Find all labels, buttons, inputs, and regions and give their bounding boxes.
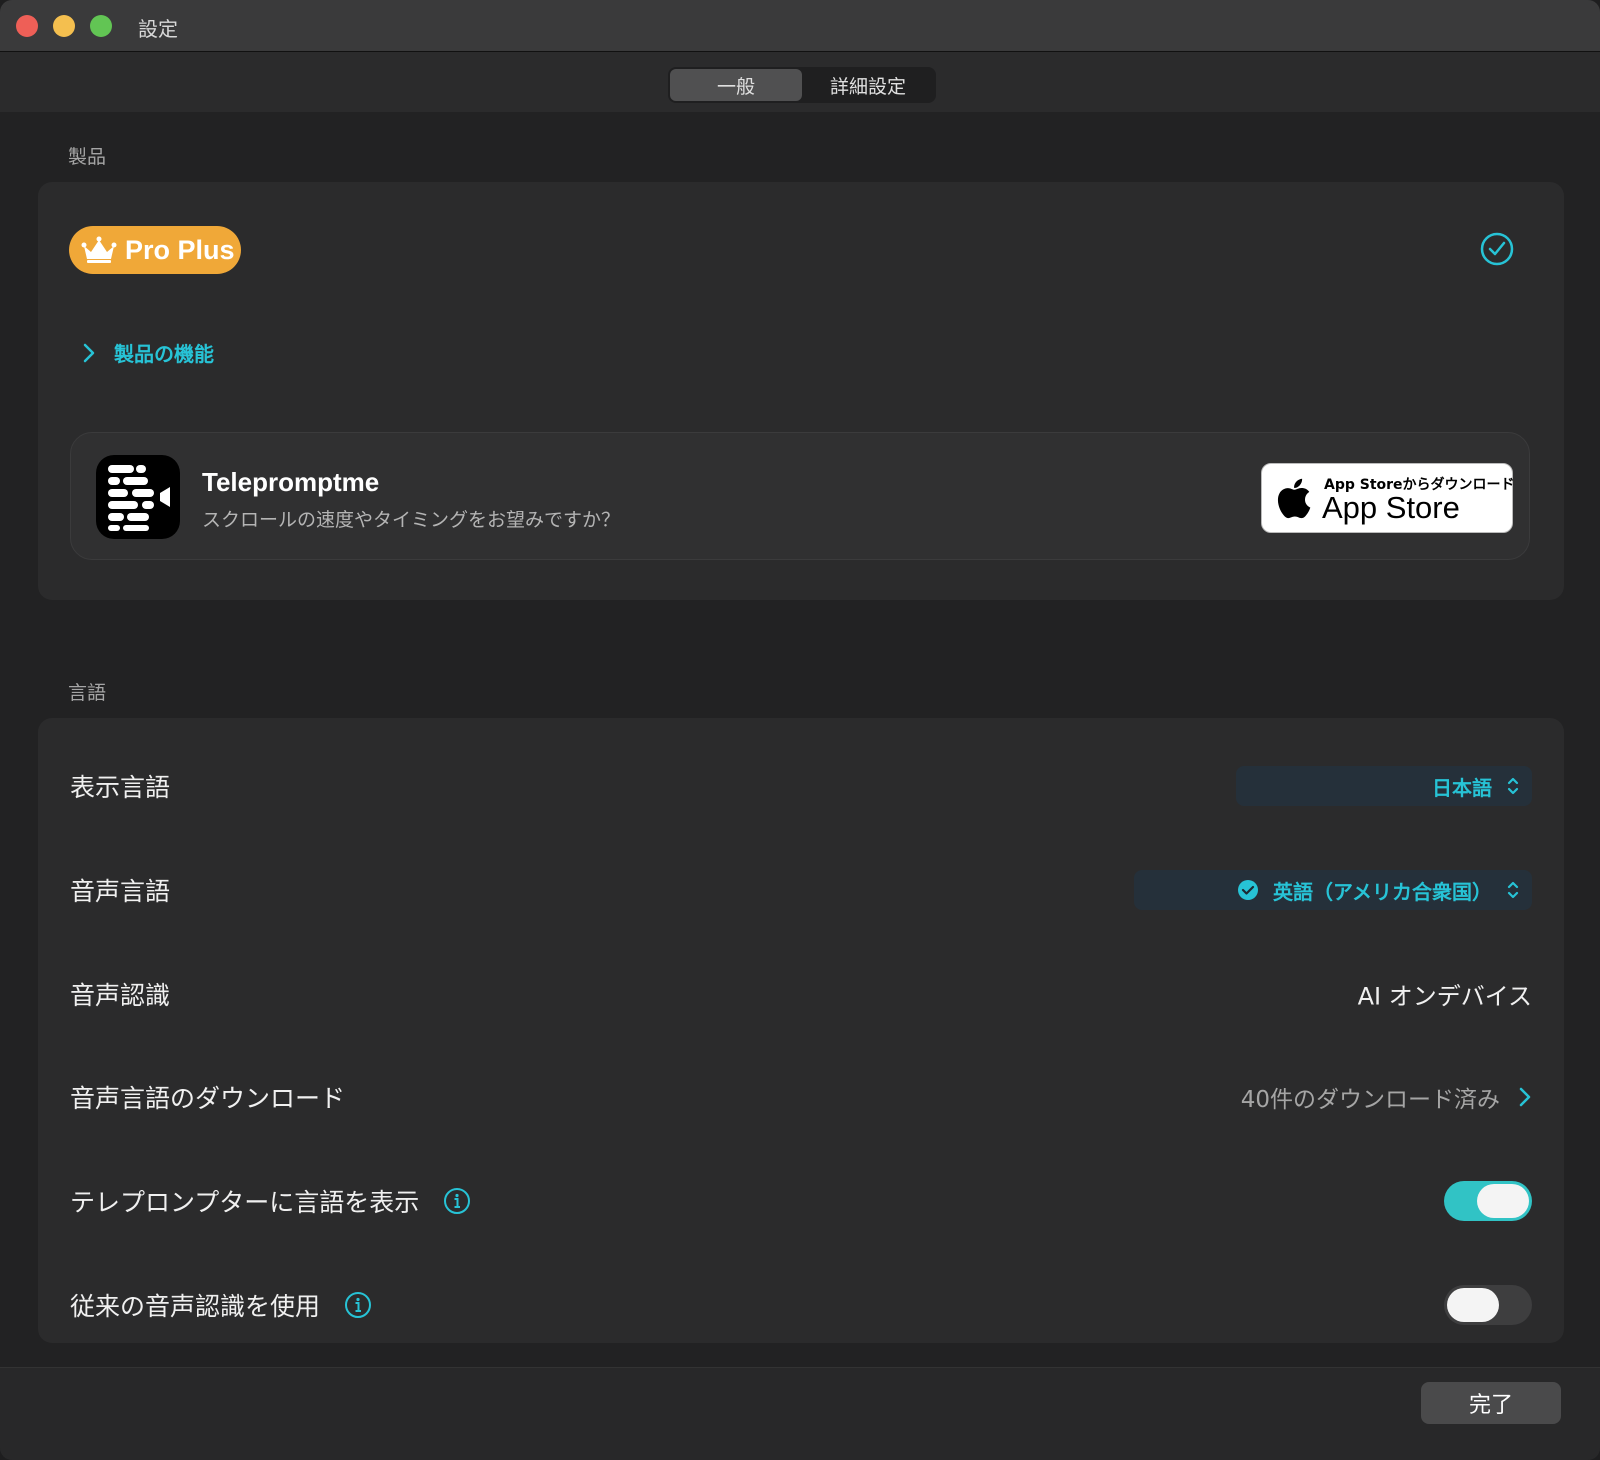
tab-general[interactable]: 一般: [670, 69, 802, 101]
chevron-up-down-icon: [1507, 777, 1519, 795]
chevron-right-icon: [1519, 1087, 1531, 1107]
product-card: Pro Plus 製品の機能 Telepromptme スクロールの速度やタイミ…: [38, 182, 1564, 600]
check-badge-icon: [1238, 880, 1258, 900]
window-title: 設定: [138, 17, 178, 41]
promo-app-name: Telepromptme: [202, 467, 380, 497]
settings-content: 製品 Pro Plus 製品の機能 Telepromptme スクロールの速度や…: [0, 112, 1600, 1367]
promo-description: スクロールの速度やタイミングをお望みですか？: [202, 509, 621, 531]
voice-language-value: 英語（アメリカ合衆国）: [1273, 879, 1492, 904]
row-language-download[interactable]: 音声言語のダウンロード 40件のダウンロード済み: [38, 1047, 1564, 1147]
toggle-knob: [1447, 1288, 1499, 1322]
row-speech-recognition: 音声認識 AI オンデバイス: [38, 944, 1564, 1044]
title-bar: 設定: [0, 0, 1600, 52]
show-language-label: テレプロンプターに言語を表示: [70, 1188, 420, 1217]
done-button[interactable]: 完了: [1421, 1382, 1561, 1424]
chevron-up-down-icon: [1507, 881, 1519, 899]
legacy-recognition-label-group: 従来の音声認識を使用: [70, 1287, 372, 1323]
display-language-value: 日本語: [1432, 775, 1492, 800]
speech-recognition-label: 音声認識: [70, 981, 171, 1010]
check-circle-icon: [1480, 232, 1514, 266]
section-title-language: 言語: [68, 682, 107, 704]
settings-window: 設定 一般 詳細設定 製品 Pro Plus 製品の機能 Telepromptm…: [0, 0, 1600, 1460]
app-store-download-button[interactable]: App Storeからダウンロード App Store: [1261, 463, 1515, 533]
language-download-link[interactable]: 40件のダウンロード済み: [1241, 1080, 1532, 1114]
row-voice-language: 音声言語 英語（アメリカ合衆国）: [38, 840, 1564, 940]
pro-plus-badge: Pro Plus: [69, 226, 241, 274]
telepromptme-app-icon: [96, 455, 180, 539]
info-icon[interactable]: [443, 1187, 471, 1215]
voice-language-popup[interactable]: 英語（アメリカ合衆国）: [1134, 870, 1532, 910]
language-card: 表示言語 日本語 音声言語 英語（アメリカ合衆国） 音声認識 AI オンデバイス…: [38, 718, 1564, 1343]
tab-advanced[interactable]: 詳細設定: [802, 69, 934, 101]
row-display-language: 表示言語 日本語: [38, 736, 1564, 836]
zoom-window-button[interactable]: [90, 15, 112, 37]
telepromptme-promo: Telepromptme スクロールの速度やタイミングをお望みですか？ App …: [70, 432, 1530, 560]
language-download-value: 40件のダウンロード済み: [1240, 1087, 1500, 1113]
row-show-language: テレプロンプターに言語を表示: [38, 1151, 1564, 1251]
show-language-label-group: テレプロンプターに言語を表示: [70, 1183, 471, 1219]
display-language-popup[interactable]: 日本語: [1236, 766, 1532, 806]
product-features-label: 製品の機能: [114, 342, 214, 366]
close-window-button[interactable]: [16, 15, 38, 37]
app-store-label: App Store: [1322, 490, 1460, 525]
chevron-right-icon: [83, 343, 95, 362]
apple-logo-icon: [1277, 478, 1311, 519]
speech-recognition-value: AI オンデバイス: [1357, 982, 1532, 1011]
toggle-knob: [1477, 1184, 1529, 1218]
footer-bar: 完了: [0, 1367, 1600, 1460]
language-download-label: 音声言語のダウンロード: [70, 1084, 346, 1113]
row-legacy-recognition: 従来の音声認識を使用: [38, 1255, 1564, 1355]
info-icon[interactable]: [344, 1291, 372, 1319]
show-language-toggle[interactable]: [1444, 1181, 1532, 1221]
pro-plus-label: Pro Plus: [125, 234, 235, 265]
minimize-window-button[interactable]: [53, 15, 75, 37]
voice-language-label: 音声言語: [70, 877, 171, 906]
product-features-link[interactable]: 製品の機能: [82, 338, 214, 367]
crown-icon: [81, 236, 117, 263]
display-language-label: 表示言語: [70, 773, 171, 802]
section-title-product: 製品: [68, 146, 107, 168]
legacy-recognition-label: 従来の音声認識を使用: [70, 1292, 321, 1321]
settings-tab-control: 一般 詳細設定: [668, 67, 936, 103]
toolbar: 一般 詳細設定: [0, 52, 1600, 112]
legacy-recognition-toggle[interactable]: [1444, 1285, 1532, 1325]
